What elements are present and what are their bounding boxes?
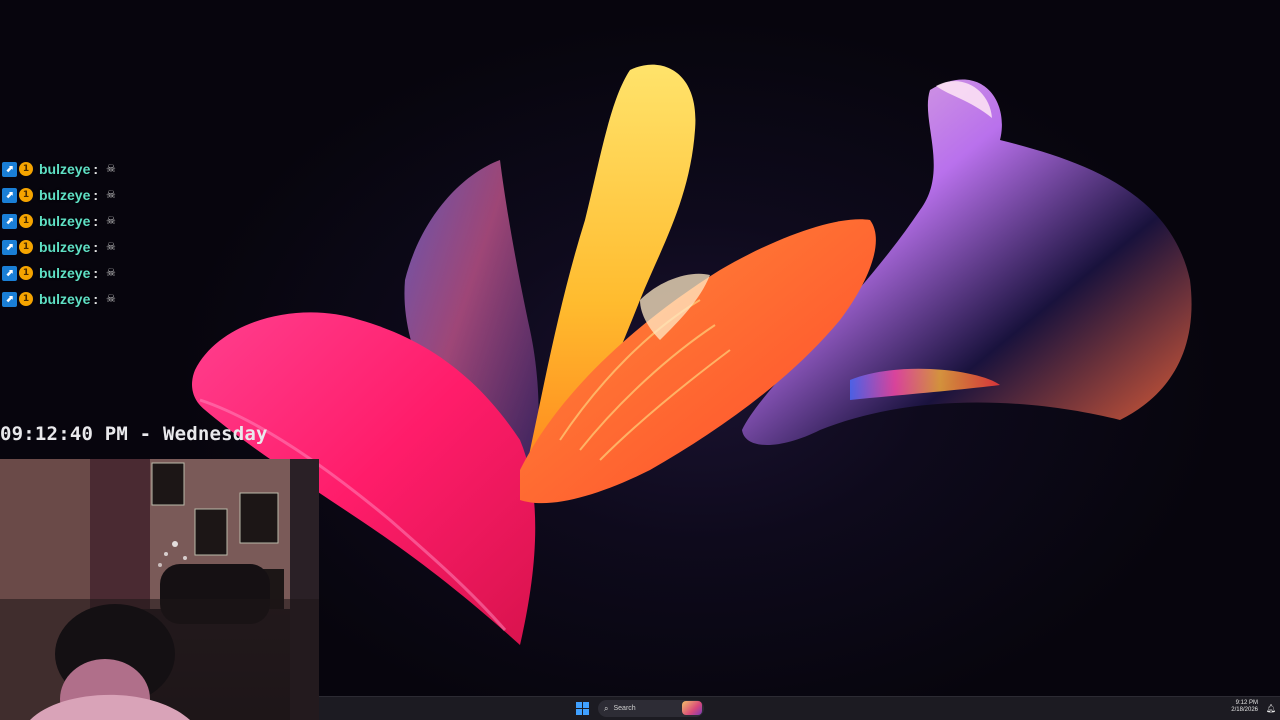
chat-message: ⬈ 1 bulzeye : ☠ (2, 234, 202, 260)
sub-badge-icon: 1 (19, 240, 33, 254)
taskbar: ⌕ Search 9:12 PM 2/18/2026 🔔︎ (319, 696, 1280, 720)
desktop: ⬈ 1 bulzeye : ☠ ⬈ 1 bulzeye : ☠ ⬈ 1 bulz… (0, 0, 1280, 720)
taskbar-search[interactable]: ⌕ Search (598, 700, 704, 717)
chat-colon: : (93, 187, 99, 203)
skull-emote-icon: ☠ (106, 267, 116, 279)
skull-emote-icon: ☠ (106, 163, 116, 175)
chat-colon: : (93, 239, 99, 255)
notification-bell-icon[interactable]: 🔔︎ (1266, 704, 1276, 713)
prime-gaming-icon: ⬈ (2, 213, 17, 229)
stream-clock: 09:12:40 PM - Wednesday (0, 423, 268, 445)
chat-message: ⬈ 1 bulzeye : ☠ (2, 286, 202, 312)
chat-username: bulzeye (39, 239, 91, 255)
skull-emote-icon: ☠ (106, 215, 116, 227)
sub-badge-icon: 1 (19, 162, 33, 176)
webcam-scene (0, 459, 319, 720)
prime-gaming-icon: ⬈ (2, 161, 17, 177)
sub-badge-icon: 1 (19, 188, 33, 202)
chat-colon: : (93, 161, 99, 177)
chat-message: ⬈ 1 bulzeye : ☠ (2, 156, 202, 182)
skull-emote-icon: ☠ (106, 241, 116, 253)
prime-gaming-icon: ⬈ (2, 239, 17, 255)
tray-time: 9:12 PM (1235, 700, 1258, 706)
chat-colon: : (93, 213, 99, 229)
chat-username: bulzeye (39, 265, 91, 281)
windows-start-icon[interactable] (576, 702, 589, 715)
chat-colon: : (93, 265, 99, 281)
tray-clock[interactable]: 9:12 PM 2/18/2026 (1231, 700, 1258, 714)
search-placeholder: Search (613, 705, 636, 712)
sub-badge-icon: 1 (19, 292, 33, 306)
chat-overlay: ⬈ 1 bulzeye : ☠ ⬈ 1 bulzeye : ☠ ⬈ 1 bulz… (2, 156, 202, 312)
search-highlight-image (682, 701, 702, 715)
tray-date: 2/18/2026 (1231, 707, 1258, 713)
webcam-feed (0, 459, 319, 720)
prime-gaming-icon: ⬈ (2, 291, 17, 307)
chat-colon: : (93, 291, 99, 307)
prime-gaming-icon: ⬈ (2, 265, 17, 281)
skull-emote-icon: ☠ (106, 189, 116, 201)
chat-message: ⬈ 1 bulzeye : ☠ (2, 260, 202, 286)
chat-username: bulzeye (39, 213, 91, 229)
chat-username: bulzeye (39, 291, 91, 307)
chat-username: bulzeye (39, 161, 91, 177)
search-icon: ⌕ (604, 703, 609, 713)
chat-message: ⬈ 1 bulzeye : ☠ (2, 208, 202, 234)
sub-badge-icon: 1 (19, 266, 33, 280)
prime-gaming-icon: ⬈ (2, 187, 17, 203)
chat-username: bulzeye (39, 187, 91, 203)
sub-badge-icon: 1 (19, 214, 33, 228)
skull-emote-icon: ☠ (106, 293, 116, 305)
chat-message: ⬈ 1 bulzeye : ☠ (2, 182, 202, 208)
